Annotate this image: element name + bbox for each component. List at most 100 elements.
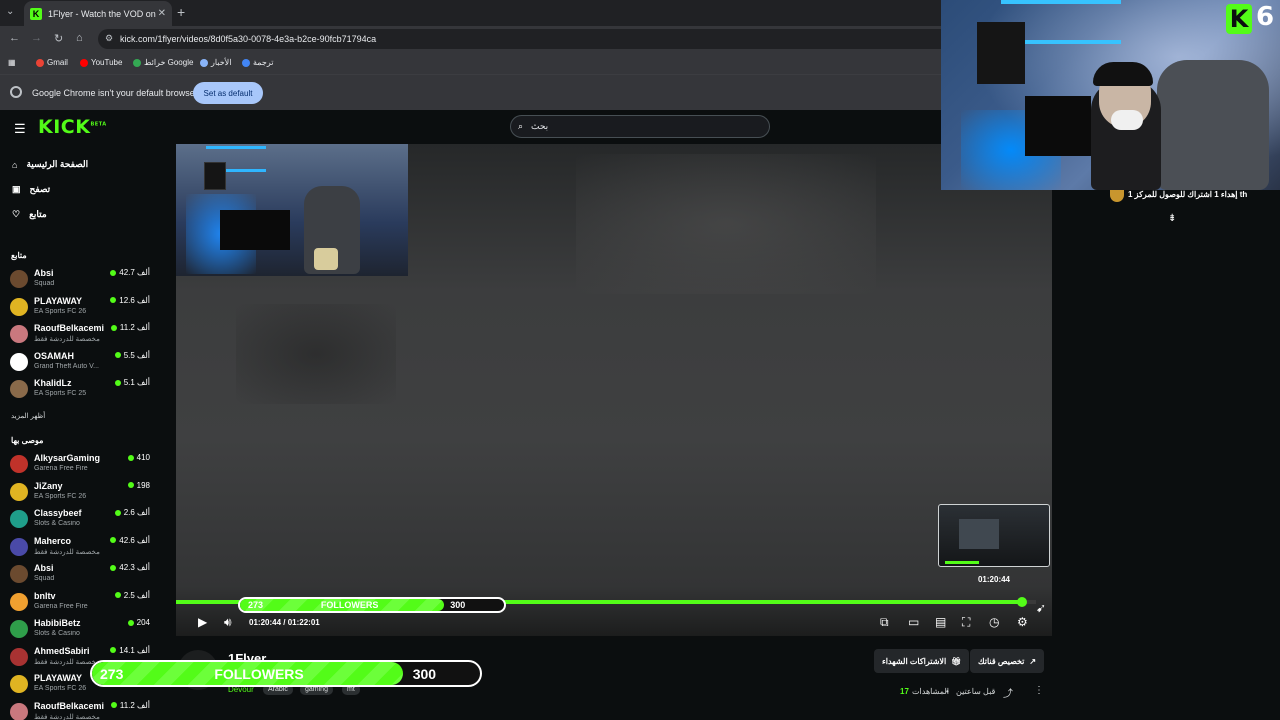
cam-chair xyxy=(1157,60,1269,190)
followers-label: FOLLOWERS xyxy=(320,600,379,610)
new-tab-icon[interactable]: + xyxy=(177,4,185,20)
show-more-link[interactable]: أظهر المزيد xyxy=(11,412,45,420)
viewer-count-value: 2.6 ألف xyxy=(123,508,150,517)
site-info-icon[interactable]: ⚙ xyxy=(105,33,113,44)
channel-name: Absi xyxy=(34,563,54,573)
followers-current: 273 xyxy=(100,665,124,682)
channel-category: Squad xyxy=(34,280,55,287)
miniplayer-icon[interactable]: ⧉ xyxy=(880,615,889,630)
sidebar-channel[interactable]: RaoufBelkacemi مخصصة للدردشة فقط 11.2 ألف xyxy=(10,699,150,720)
volume-icon[interactable]: 🔊︎ xyxy=(224,615,232,630)
followers-goal-overlay: 273 FOLLOWERS 300 xyxy=(90,660,482,687)
channel-name: PLAYAWAY xyxy=(34,295,83,306)
more-options-icon[interactable]: ⋮ xyxy=(1034,685,1044,696)
sidebar-item-home[interactable]: ⌂ الصفحة الرئيسية xyxy=(12,159,88,170)
followers-goal-overlay-small: 273 FOLLOWERS 300 xyxy=(238,597,506,613)
address-bar[interactable]: ⚙ kick.com/1flyer/videos/8d0f5a30-0078-4… xyxy=(98,29,958,49)
set-default-button[interactable]: Set as default xyxy=(193,82,263,104)
inset-poster xyxy=(204,162,226,190)
inset-pillow xyxy=(314,248,338,270)
sidebar-channel[interactable]: PLAYAWAY EA Sports FC 26 12.6 ألف xyxy=(10,294,150,320)
live-dot-icon xyxy=(110,537,117,543)
live-dot-icon xyxy=(114,379,121,386)
bookmark-news[interactable]: الأخبار xyxy=(200,58,231,67)
webcam-inset xyxy=(176,144,408,276)
bookmark-label: ترجمة xyxy=(253,58,274,67)
seek-preview-thumbnail xyxy=(938,504,1050,567)
bookmark-youtube[interactable]: YouTube xyxy=(80,58,122,67)
sidebar-item-label: تصفح xyxy=(29,184,51,194)
home-browser-icon[interactable]: ⌂ xyxy=(76,32,83,44)
viewer-count: 198 xyxy=(127,480,150,490)
chat-panel xyxy=(1066,144,1280,720)
sidebar-channel[interactable]: OSAMAH Grand Theft Auto V... 5.5 ألف xyxy=(10,349,150,375)
followers-goal-fill: 273 FOLLOWERS xyxy=(92,662,403,685)
viewer-count: 2.5 ألف xyxy=(114,590,150,600)
menu-icon[interactable]: ☰ xyxy=(14,121,26,137)
avatar xyxy=(10,297,28,316)
search-input[interactable]: ⌕ بحث xyxy=(510,115,770,138)
home-icon: ⌂ xyxy=(12,159,18,170)
viewer-count-value: 198 xyxy=(136,480,150,490)
sidebar-channel[interactable]: KhalidLz EA Sports FC 25 5.1 ألف xyxy=(10,376,150,402)
sidebar-channel[interactable]: HabibiBetz Slots & Casino 204 xyxy=(10,616,150,642)
settings-gear-icon[interactable]: ⚙ xyxy=(1017,615,1028,629)
sidebar-channel[interactable]: bnltv Garena Free Fire 2.5 ألف xyxy=(10,589,150,615)
tab-search-icon[interactable]: ⌄ xyxy=(6,6,14,17)
viewer-count-value: 5.1 ألف xyxy=(123,378,150,387)
viewer-count-value: 14.1 ألف xyxy=(119,645,150,655)
followers-label: FOLLOWERS xyxy=(214,665,304,682)
gift-subs-button[interactable]: الاشتراكات الشهداء 🎁︎ xyxy=(874,649,970,673)
viewer-count-value: 42.7 ألف xyxy=(119,268,150,277)
sidebar-channel[interactable]: RaoufBelkacemi مخصصة للدردشة فقط 11.2 ألف xyxy=(10,321,150,347)
apps-icon[interactable]: ▦ xyxy=(8,58,16,67)
bookmark-label: YouTube xyxy=(91,58,123,67)
live-dot-icon xyxy=(110,647,117,653)
fullscreen-icon[interactable]: ⛶ xyxy=(962,615,970,630)
sidebar-channel[interactable]: Maherco مخصصة للدردشة فقط 42.6 ألف xyxy=(10,534,150,560)
viewer-count-value: 2.5 ألف xyxy=(123,590,150,600)
logo-text: KICK xyxy=(38,116,91,138)
play-icon[interactable]: ▶ xyxy=(198,615,207,629)
close-tab-icon[interactable]: ✕ xyxy=(158,8,166,19)
sidebar-channel[interactable]: Classybeef Slots & Casino 2.6 ألف xyxy=(10,506,150,532)
sidebar-channel[interactable]: JiZany EA Sports FC 26 198 xyxy=(10,479,150,505)
bookmark-maps[interactable]: خرائط Google xyxy=(133,58,193,67)
live-dot-icon xyxy=(110,297,117,303)
channel-name: JiZany xyxy=(34,480,63,491)
sub-count: 6 xyxy=(1256,2,1275,32)
views-count: 17 xyxy=(900,687,909,696)
chat-scroll-down-icon[interactable]: ⇟ xyxy=(1168,213,1176,224)
share-icon[interactable]: ⤴ xyxy=(1003,685,1013,700)
channel-category: EA Sports FC 26 xyxy=(34,492,87,500)
back-icon[interactable]: ← xyxy=(9,32,20,44)
mouse-cursor-icon: ➹ xyxy=(1036,601,1047,615)
channel-name: OSAMAH xyxy=(34,350,74,361)
cam-cap xyxy=(1093,62,1153,86)
sidebar-channel[interactable]: AlkysarGaming Garena Free Fire 410 xyxy=(10,451,150,477)
sidebar-item-following[interactable]: ♡ متابع xyxy=(12,209,47,220)
pip-icon[interactable]: ▭ xyxy=(908,615,919,629)
sidebar-channel[interactable]: Absi Squad 42.7 ألف xyxy=(10,266,150,292)
live-dot-icon xyxy=(110,324,117,331)
followers-current: 273 xyxy=(248,600,264,610)
browser-tab[interactable]: K 1Flyer - Watch the VOD on Kick ✕ xyxy=(24,1,172,26)
kick-logo[interactable]: KICKBETA xyxy=(38,116,107,138)
forward-icon[interactable]: → xyxy=(31,32,42,44)
customize-channel-button[interactable]: تخصيص قناتك ↗ xyxy=(970,649,1045,673)
bookmark-translate[interactable]: ترجمة xyxy=(242,58,274,67)
player-controls: ▶ 🔊︎ 01:20:44 / 01:22:01 ⧉ ▭ ▤ ⛶ ◷ ⚙ xyxy=(176,612,1052,634)
followers-target: 300 xyxy=(412,665,437,682)
viewer-count: 42.7 ألف xyxy=(110,268,150,277)
theater-mode-icon[interactable]: ▤ xyxy=(935,615,946,629)
speed-icon[interactable]: ◷ xyxy=(989,615,999,629)
video-player[interactable] xyxy=(176,144,1052,636)
bookmark-gmail[interactable]: Gmail xyxy=(36,58,68,67)
reload-icon[interactable]: ↻ xyxy=(54,32,63,45)
viewer-count: 5.1 ألف xyxy=(114,378,150,387)
sidebar-channel[interactable]: Absi Squad 42.3 ألف xyxy=(10,561,150,587)
channel-category: Slots & Casino xyxy=(34,630,80,637)
viewer-count-value: 42.3 ألف xyxy=(119,563,150,572)
uploaded-ago: قبل ساعتين xyxy=(956,687,996,696)
sidebar-item-browse[interactable]: ▣ تصفح xyxy=(12,184,50,195)
